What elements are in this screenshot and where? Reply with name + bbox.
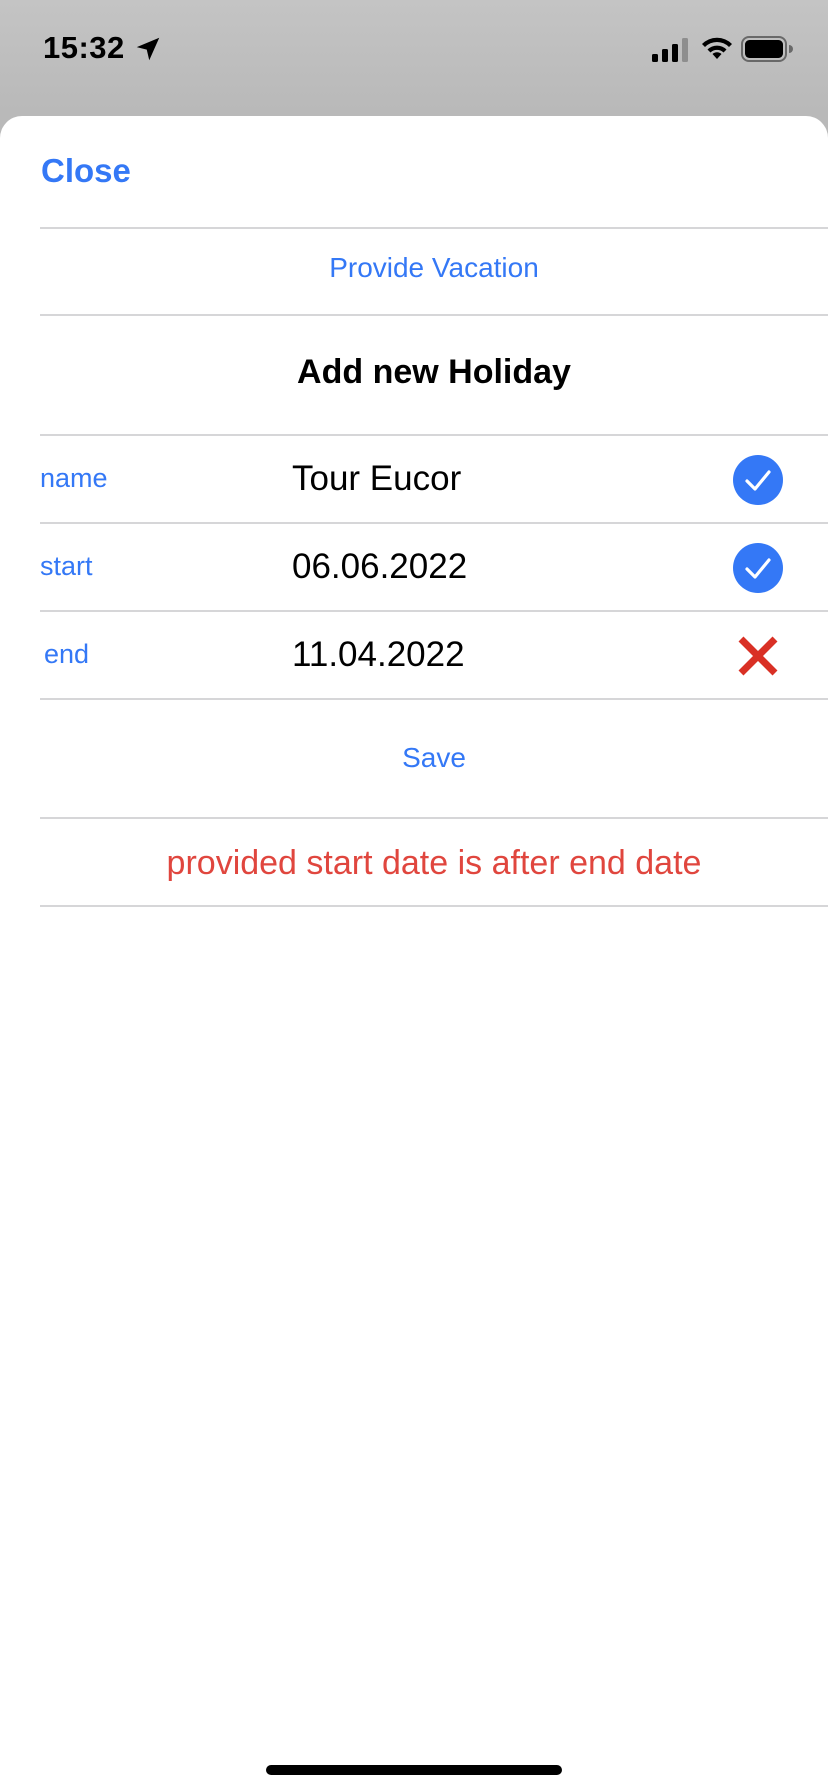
form-row-start: start 06.06.2022 bbox=[40, 524, 828, 610]
checkmark-circle-icon bbox=[733, 455, 783, 505]
battery-icon bbox=[741, 36, 793, 62]
home-indicator[interactable] bbox=[266, 1765, 562, 1775]
form-row-end: end 11.04.2022 bbox=[40, 612, 828, 698]
status-time: 15:32 bbox=[43, 30, 125, 65]
divider bbox=[40, 698, 828, 700]
divider bbox=[40, 227, 828, 229]
end-label: end bbox=[44, 639, 90, 669]
form-row-name: name Tour Eucor bbox=[40, 436, 828, 522]
screen: 15:32 Close Provide Vacation Add new Hol… bbox=[0, 0, 828, 1792]
location-arrow-icon bbox=[136, 37, 160, 61]
start-date-field[interactable]: 06.06.2022 bbox=[292, 547, 692, 587]
checkmark-circle-icon bbox=[733, 543, 783, 593]
name-field[interactable]: Tour Eucor bbox=[292, 459, 692, 499]
save-button[interactable]: Save bbox=[40, 742, 828, 774]
start-label: start bbox=[40, 551, 93, 581]
close-button[interactable]: Close bbox=[41, 152, 131, 190]
divider bbox=[40, 905, 828, 907]
page-title: Add new Holiday bbox=[297, 353, 571, 391]
end-date-field[interactable]: 11.04.2022 bbox=[292, 635, 692, 675]
divider bbox=[40, 314, 828, 316]
cellular-signal-icon bbox=[652, 38, 688, 62]
divider bbox=[40, 817, 828, 819]
error-message: provided start date is after end date bbox=[166, 844, 702, 882]
status-bar: 15:32 bbox=[0, 0, 828, 100]
provide-vacation-button[interactable]: Provide Vacation bbox=[40, 252, 828, 284]
name-label: name bbox=[40, 463, 108, 493]
red-x-icon bbox=[738, 636, 778, 676]
wifi-icon bbox=[702, 37, 732, 59]
add-holiday-sheet: Close Provide Vacation Add new Holiday n… bbox=[0, 116, 828, 1792]
